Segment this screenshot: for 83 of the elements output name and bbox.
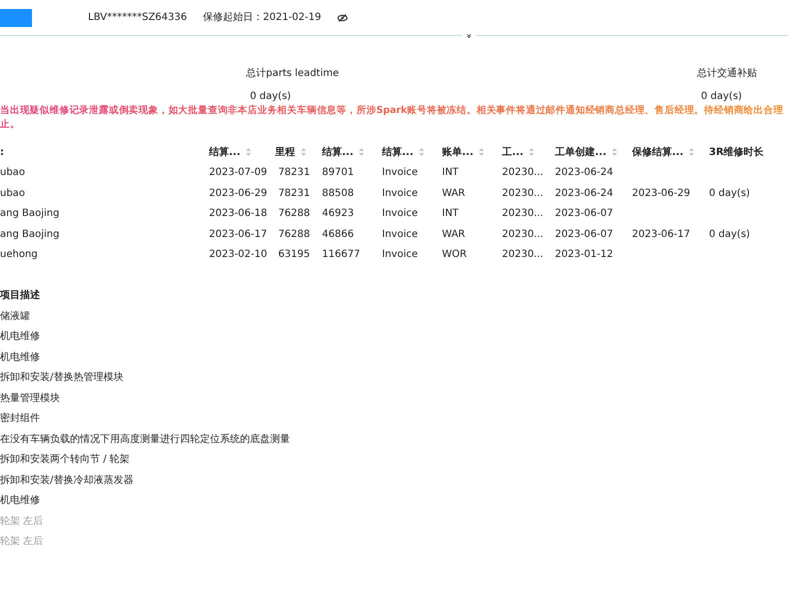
item-description: 拆卸和安装/替换冷却液蒸发器	[0, 474, 134, 488]
table-cell-text: ang Baojing	[0, 207, 60, 222]
table-cell-text: 20230...	[502, 207, 544, 222]
table-cell-text: 89701	[322, 166, 354, 180]
table-cell-text: 2023-07-09	[209, 166, 268, 180]
table-cell-text: 2023-06-17	[209, 228, 268, 242]
sort-icon[interactable]	[301, 148, 306, 156]
column-header: 3R维修时长	[709, 145, 764, 160]
table-cell-text: 78231	[278, 166, 310, 180]
table-cell-text: Invoice	[382, 248, 418, 262]
table-cell-text: 20230...	[502, 186, 544, 201]
table-cell-text: 46866	[322, 228, 354, 242]
table-cell-text: uehong	[0, 248, 38, 262]
table-cell-text: 2023-02-10	[209, 248, 268, 262]
menu-button[interactable]	[0, 8, 32, 26]
table-cell-text: ubao	[0, 186, 25, 201]
table-cell-text: 116677	[322, 248, 360, 262]
table-cell-text: ubao	[0, 166, 25, 180]
item-description: 机电维修	[0, 330, 41, 344]
table-cell-text: Invoice	[382, 166, 418, 180]
warranty-start-date: 保修起始日：2021-02-19	[202, 10, 322, 25]
sort-icon[interactable]	[689, 148, 694, 156]
table-cell-text: INT	[442, 207, 459, 222]
sort-icon[interactable]	[612, 148, 618, 156]
column-header: 工...	[502, 146, 524, 160]
summary-label: 总计交通补贴	[697, 66, 757, 81]
item-description: 拆卸和安装/替换热管理模块	[0, 370, 124, 385]
table-cell-text: 2023-06-17	[632, 228, 690, 242]
sort-icon[interactable]	[479, 148, 484, 156]
summary-value: 0 day(s)	[250, 90, 292, 104]
table-cell-text: 20230...	[502, 166, 544, 180]
item-description: 密封组件	[0, 412, 41, 426]
table-cell-text: 76288	[278, 207, 310, 222]
column-header: :	[0, 146, 4, 160]
column-header: 结算...	[209, 146, 240, 160]
column-header: 结算...	[322, 146, 354, 160]
item-description: 轮架 左后	[0, 514, 44, 528]
table-cell-text: 0 day(s)	[709, 228, 750, 242]
sort-icon[interactable]	[419, 148, 424, 156]
table-cell-text: 2023-06-07	[555, 228, 614, 242]
item-description: 拆卸和安装两个转向节 / 轮架	[0, 452, 131, 467]
table-cell-text: WOR	[442, 248, 467, 262]
table-cell-text: 2023-01-12	[555, 248, 614, 262]
vin-text: LBV*******SZ64336	[87, 11, 187, 25]
item-description: 热量管理模块	[0, 392, 61, 406]
table-cell-text: ang Baojing	[0, 228, 60, 242]
column-header: 账单...	[442, 146, 474, 160]
item-description: 轮架 左后	[0, 534, 44, 549]
table-cell-text: 2023-06-24	[555, 166, 614, 180]
item-description: 机电维修	[0, 350, 41, 364]
table-cell-text: 76288	[278, 228, 310, 242]
summary-value: 0 day(s)	[701, 90, 743, 104]
table-cell-text: 88508	[322, 186, 354, 201]
sort-icon[interactable]	[529, 148, 534, 156]
item-description: 储液罐	[0, 310, 31, 324]
table-cell-text: 63195	[278, 248, 310, 262]
table-cell-text: 0 day(s)	[709, 186, 750, 201]
eye-slash-icon[interactable]	[337, 14, 348, 22]
table-cell-text: WAR	[442, 228, 466, 242]
column-header: 保修结算...	[632, 146, 684, 160]
table-cell-text: WAR	[442, 186, 466, 201]
table-cell-text: 2023-06-24	[555, 186, 614, 201]
table-cell-text: 20230...	[502, 248, 544, 262]
table-cell-text: Invoice	[382, 207, 418, 222]
column-header: 工单创建...	[555, 146, 606, 160]
sort-icon[interactable]	[359, 148, 364, 156]
table-cell-text: 2023-06-07	[555, 207, 614, 222]
table-cell-text: Invoice	[382, 186, 418, 201]
table-cell-text: 2023-06-18	[209, 207, 268, 222]
items-heading: 项目描述	[0, 288, 41, 303]
table-cell-text: INT	[442, 166, 459, 180]
item-description: 机电维修	[0, 494, 41, 508]
column-header: 里程	[275, 146, 295, 160]
table-cell-text: 2023-06-29	[632, 186, 690, 201]
table-cell-text: 78231	[278, 186, 310, 201]
table-cell-text: 20230...	[502, 228, 544, 242]
sort-icon[interactable]	[246, 148, 252, 156]
item-description: 在没有车辆负载的情况下用高度测量进行四轮定位系统的底盘测量	[0, 432, 291, 446]
summary-label: 总计parts leadtime	[246, 66, 339, 81]
table-cell-text: Invoice	[382, 228, 418, 242]
column-header: 结算...	[382, 146, 414, 160]
table-cell-text: 2023-06-29	[209, 186, 268, 201]
table-cell-text: 46923	[322, 207, 354, 222]
